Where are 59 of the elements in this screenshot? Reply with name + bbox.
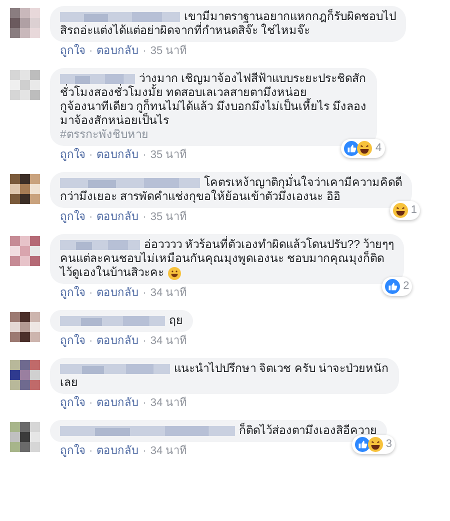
comment-time[interactable]: 35 นาที [150, 210, 187, 224]
comment-text: ว่างมาก เชิญมาจ้องไฟสีฟ้าแบบระยะประชิดสัก [139, 72, 366, 85]
reaction-badge[interactable]: 2 [382, 277, 412, 296]
comment-text: เขามีมาตราฐานอยากแหกกฎก็รับผิดชอบไป [184, 10, 396, 24]
separator: · [89, 286, 93, 300]
separator: · [89, 334, 93, 348]
reaction-badge[interactable]: 3 [352, 435, 395, 454]
like-link[interactable]: ถูกใจ [60, 148, 85, 162]
reply-link[interactable]: ตอบกลับ [96, 444, 139, 458]
like-link[interactable]: ถูกใจ [60, 334, 85, 348]
thumbs-up-icon [385, 279, 400, 294]
comment-time[interactable]: 35 นาที [150, 148, 187, 162]
comment-time[interactable]: 34 นาที [150, 334, 187, 348]
comment-text: อ่อวววว หัวร้อนที่ตัวเองทำผิดแล้วโดนปรับ?? ว้ายๆๆ [144, 238, 394, 252]
comment-text: แนะนำไปปรึกษา จิตเวช ครับ น่าจะป่วยหนัก [174, 362, 389, 376]
separator: · [89, 44, 93, 58]
like-link[interactable]: ถูกใจ [60, 444, 85, 458]
comment-text: มาจ้องสักหน่อยเป็นไร [60, 114, 169, 128]
comment-text: กว่ามึงเยอะ สารพัดคำแช่งกุขอให้ย้อนเข้าตัวมึงเองนะ อิอิ [60, 190, 340, 204]
laughing-face-icon [368, 437, 383, 452]
reply-link[interactable]: ตอบกลับ [96, 334, 139, 348]
separator: · [142, 148, 146, 162]
separator: · [142, 44, 146, 58]
reply-link[interactable]: ตอบกลับ [96, 148, 139, 162]
reply-link[interactable]: ตอบกลับ [96, 396, 139, 410]
separator: · [142, 286, 146, 300]
comment-time[interactable]: 34 นาที [150, 286, 187, 300]
comment-text: สิรถอ่ะแต่งได้แต่อย่าผิดจากที่กำหนดสิจ๊ะ ใช่ไหมจ๊ะ [60, 24, 310, 38]
like-link[interactable]: ถูกใจ [60, 396, 85, 410]
laughing-face-icon [357, 141, 372, 156]
comment-text: ก็ติดไว้ส่องตามึงเองสิอีควาย [239, 424, 377, 438]
laughing-face-icon [392, 203, 408, 218]
comment-time[interactable]: 35 นาที [150, 44, 187, 58]
reaction-badge[interactable]: 1 [390, 201, 420, 220]
thumbs-up-icon [344, 141, 360, 156]
reply-link[interactable]: ตอบกลับ [96, 44, 139, 58]
like-link[interactable]: ถูกใจ [60, 44, 85, 58]
separator: · [89, 396, 93, 410]
comment-text: กูจ้องนาทีเดียว กูก็ทนไม่ได้แล้ว มึงบอกมึงไม่เป็นเหี้ยไร มึงลอง [60, 100, 367, 114]
comment-text: คนแต่ละคนชอบไม่เหมือนกันคุณมุงพูดเองนะ ชอบมากคุณมุงก็ติด [60, 252, 384, 266]
reply-link[interactable]: ตอบกลับ [96, 286, 139, 300]
reaction-badge[interactable]: 4 [341, 139, 385, 158]
comment-text: โคตรเหง้าญาติกุมั่นใจว่าเคามีความคิดดี [204, 176, 402, 190]
separator: · [89, 148, 93, 162]
comment-time[interactable]: 34 นาที [150, 396, 187, 410]
reply-link[interactable]: ตอบกลับ [96, 210, 139, 224]
separator: · [89, 210, 93, 224]
separator: · [142, 444, 146, 458]
comment-text: ฤย [169, 314, 183, 328]
comment-text: เลย [60, 376, 78, 390]
thumbs-up-icon [354, 437, 370, 452]
separator: · [142, 210, 146, 224]
like-link[interactable]: ถูกใจ [60, 286, 85, 300]
comment-time[interactable]: 34 นาที [150, 444, 187, 458]
comment-text: ไว้ดูเองในบ้านสิวะคะ [60, 266, 164, 280]
separator: · [89, 444, 93, 458]
separator: · [142, 334, 146, 348]
separator: · [142, 396, 146, 410]
like-link[interactable]: ถูกใจ [60, 210, 85, 224]
